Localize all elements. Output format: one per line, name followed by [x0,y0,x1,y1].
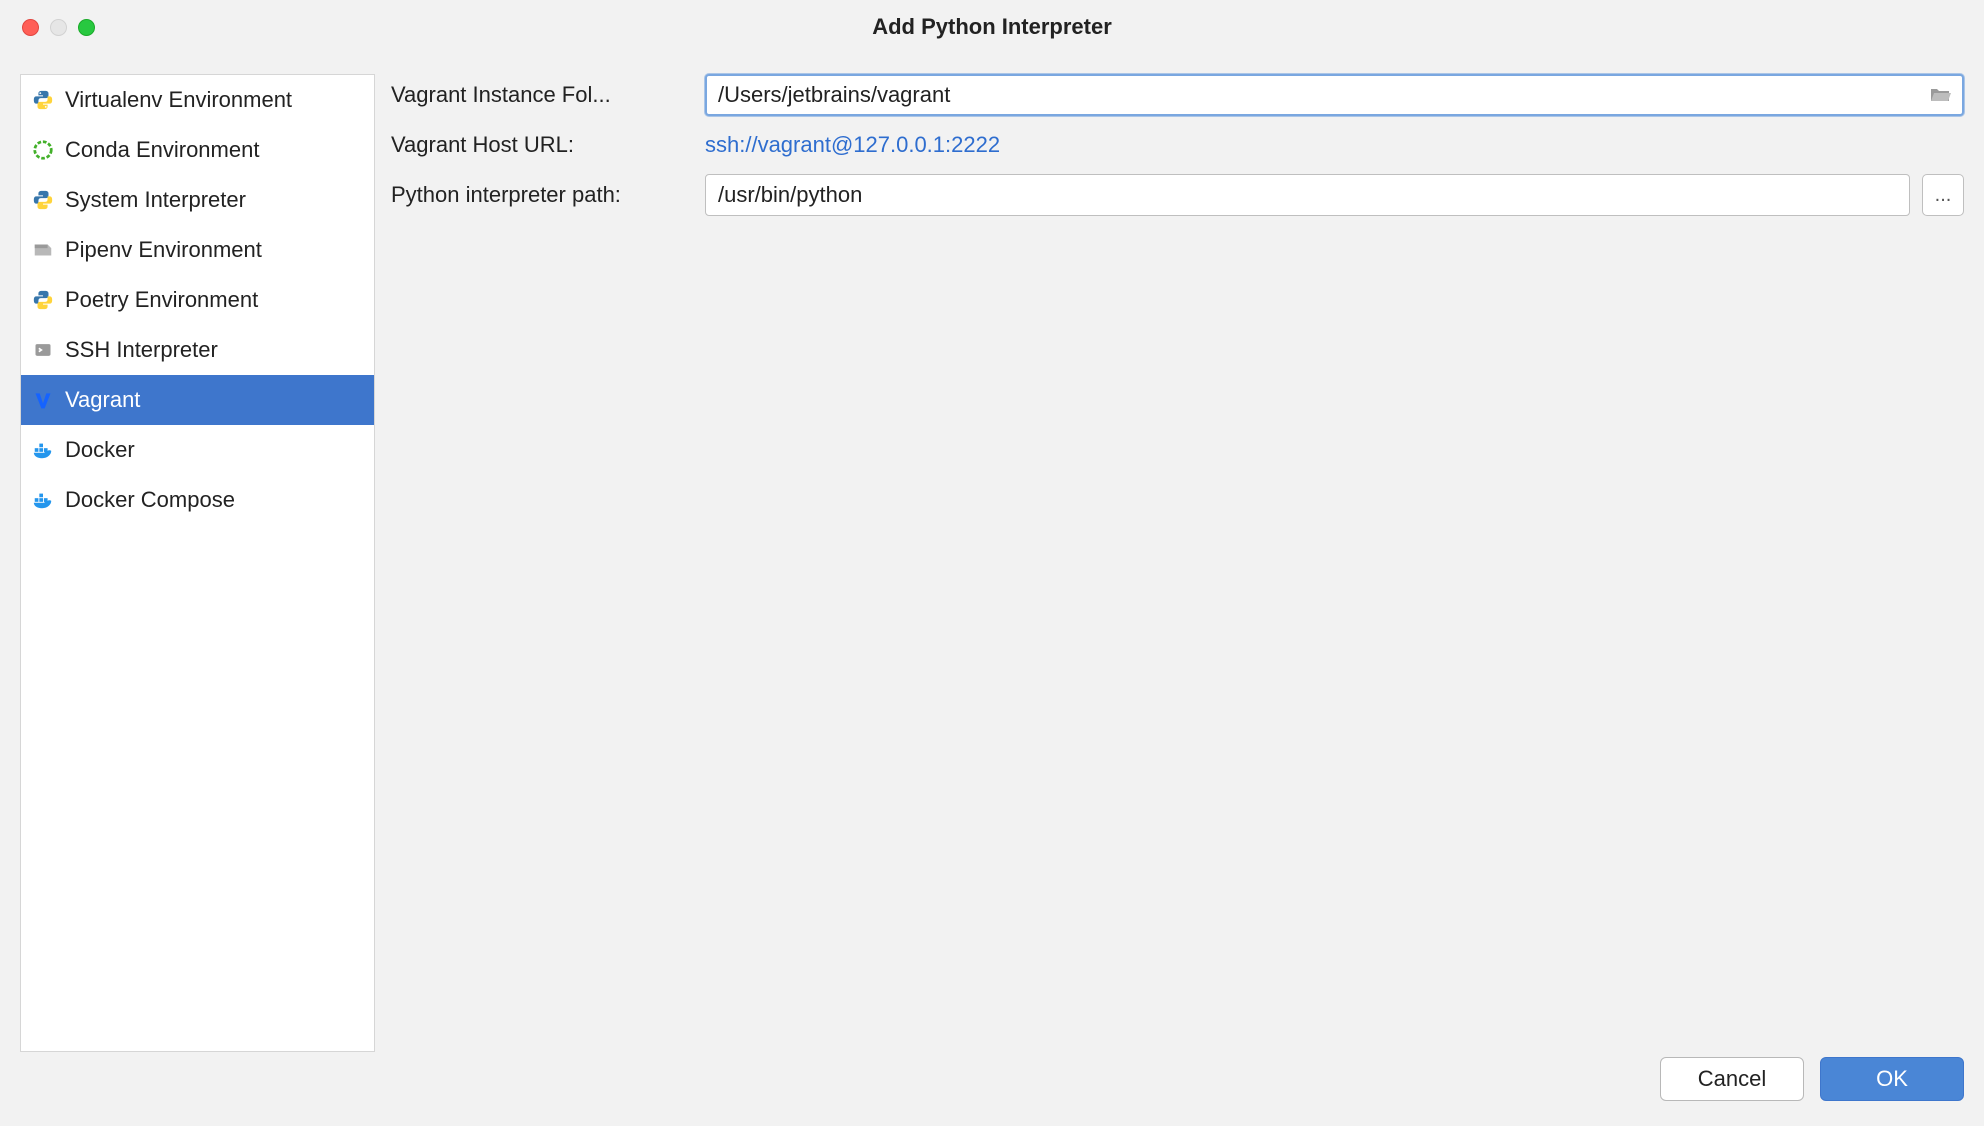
ssh-icon [31,338,55,362]
sidebar-item-virtualenv[interactable]: Virtualenv Environment [21,75,374,125]
cancel-button[interactable]: Cancel [1660,1057,1804,1101]
browse-interpreter-button[interactable]: ... [1922,174,1964,216]
docker-icon [31,438,55,462]
python-icon [31,288,55,312]
sidebar-item-label: Conda Environment [65,137,259,163]
row-instance-folder: Vagrant Instance Fol... [391,74,1964,116]
sidebar-item-label: Vagrant [65,387,140,413]
conda-icon [31,138,55,162]
ok-button[interactable]: OK [1820,1057,1964,1101]
sidebar-item-vagrant[interactable]: Vagrant [21,375,374,425]
sidebar-item-pipenv[interactable]: Pipenv Environment [21,225,374,275]
sidebar-item-conda[interactable]: Conda Environment [21,125,374,175]
dialog-body: Virtualenv Environment Conda Environment… [0,54,1984,1052]
sidebar-item-docker[interactable]: Docker [21,425,374,475]
vagrant-icon [31,388,55,412]
sidebar-item-system[interactable]: System Interpreter [21,175,374,225]
host-url-label: Vagrant Host URL: [391,132,705,158]
maximize-window-button[interactable] [78,19,95,36]
browse-folder-icon[interactable] [1926,81,1954,109]
sidebar-item-ssh[interactable]: SSH Interpreter [21,325,374,375]
instance-folder-label: Vagrant Instance Fol... [391,82,705,108]
row-host-url: Vagrant Host URL: ssh://vagrant@127.0.0.… [391,132,1964,158]
sidebar-item-poetry[interactable]: Poetry Environment [21,275,374,325]
interpreter-type-sidebar: Virtualenv Environment Conda Environment… [20,74,375,1052]
close-window-button[interactable] [22,19,39,36]
sidebar-item-label: Virtualenv Environment [65,87,292,113]
python-icon [31,188,55,212]
sidebar-item-label: Poetry Environment [65,287,258,313]
host-url-link[interactable]: ssh://vagrant@127.0.0.1:2222 [705,132,1000,158]
form-panel: Vagrant Instance Fol... Vagrant Host URL… [385,74,1964,1052]
sidebar-item-label: Pipenv Environment [65,237,262,263]
pipenv-icon [31,238,55,262]
dialog-button-bar: Cancel OK [0,1052,1984,1126]
python-icon [31,88,55,112]
row-interpreter-path: Python interpreter path: ... [391,174,1964,216]
sidebar-item-label: SSH Interpreter [65,337,218,363]
window-title: Add Python Interpreter [0,14,1984,40]
docker-compose-icon [31,488,55,512]
sidebar-item-label: System Interpreter [65,187,246,213]
minimize-window-button[interactable] [50,19,67,36]
sidebar-item-label: Docker [65,437,135,463]
sidebar-item-label: Docker Compose [65,487,235,513]
dialog-window: Add Python Interpreter Virtualenv Enviro… [0,0,1984,1126]
sidebar-item-docker-compose[interactable]: Docker Compose [21,475,374,525]
titlebar: Add Python Interpreter [0,0,1984,54]
interpreter-path-label: Python interpreter path: [391,182,705,208]
window-controls [0,19,95,36]
instance-folder-input[interactable] [705,74,1964,116]
interpreter-path-input[interactable] [705,174,1910,216]
